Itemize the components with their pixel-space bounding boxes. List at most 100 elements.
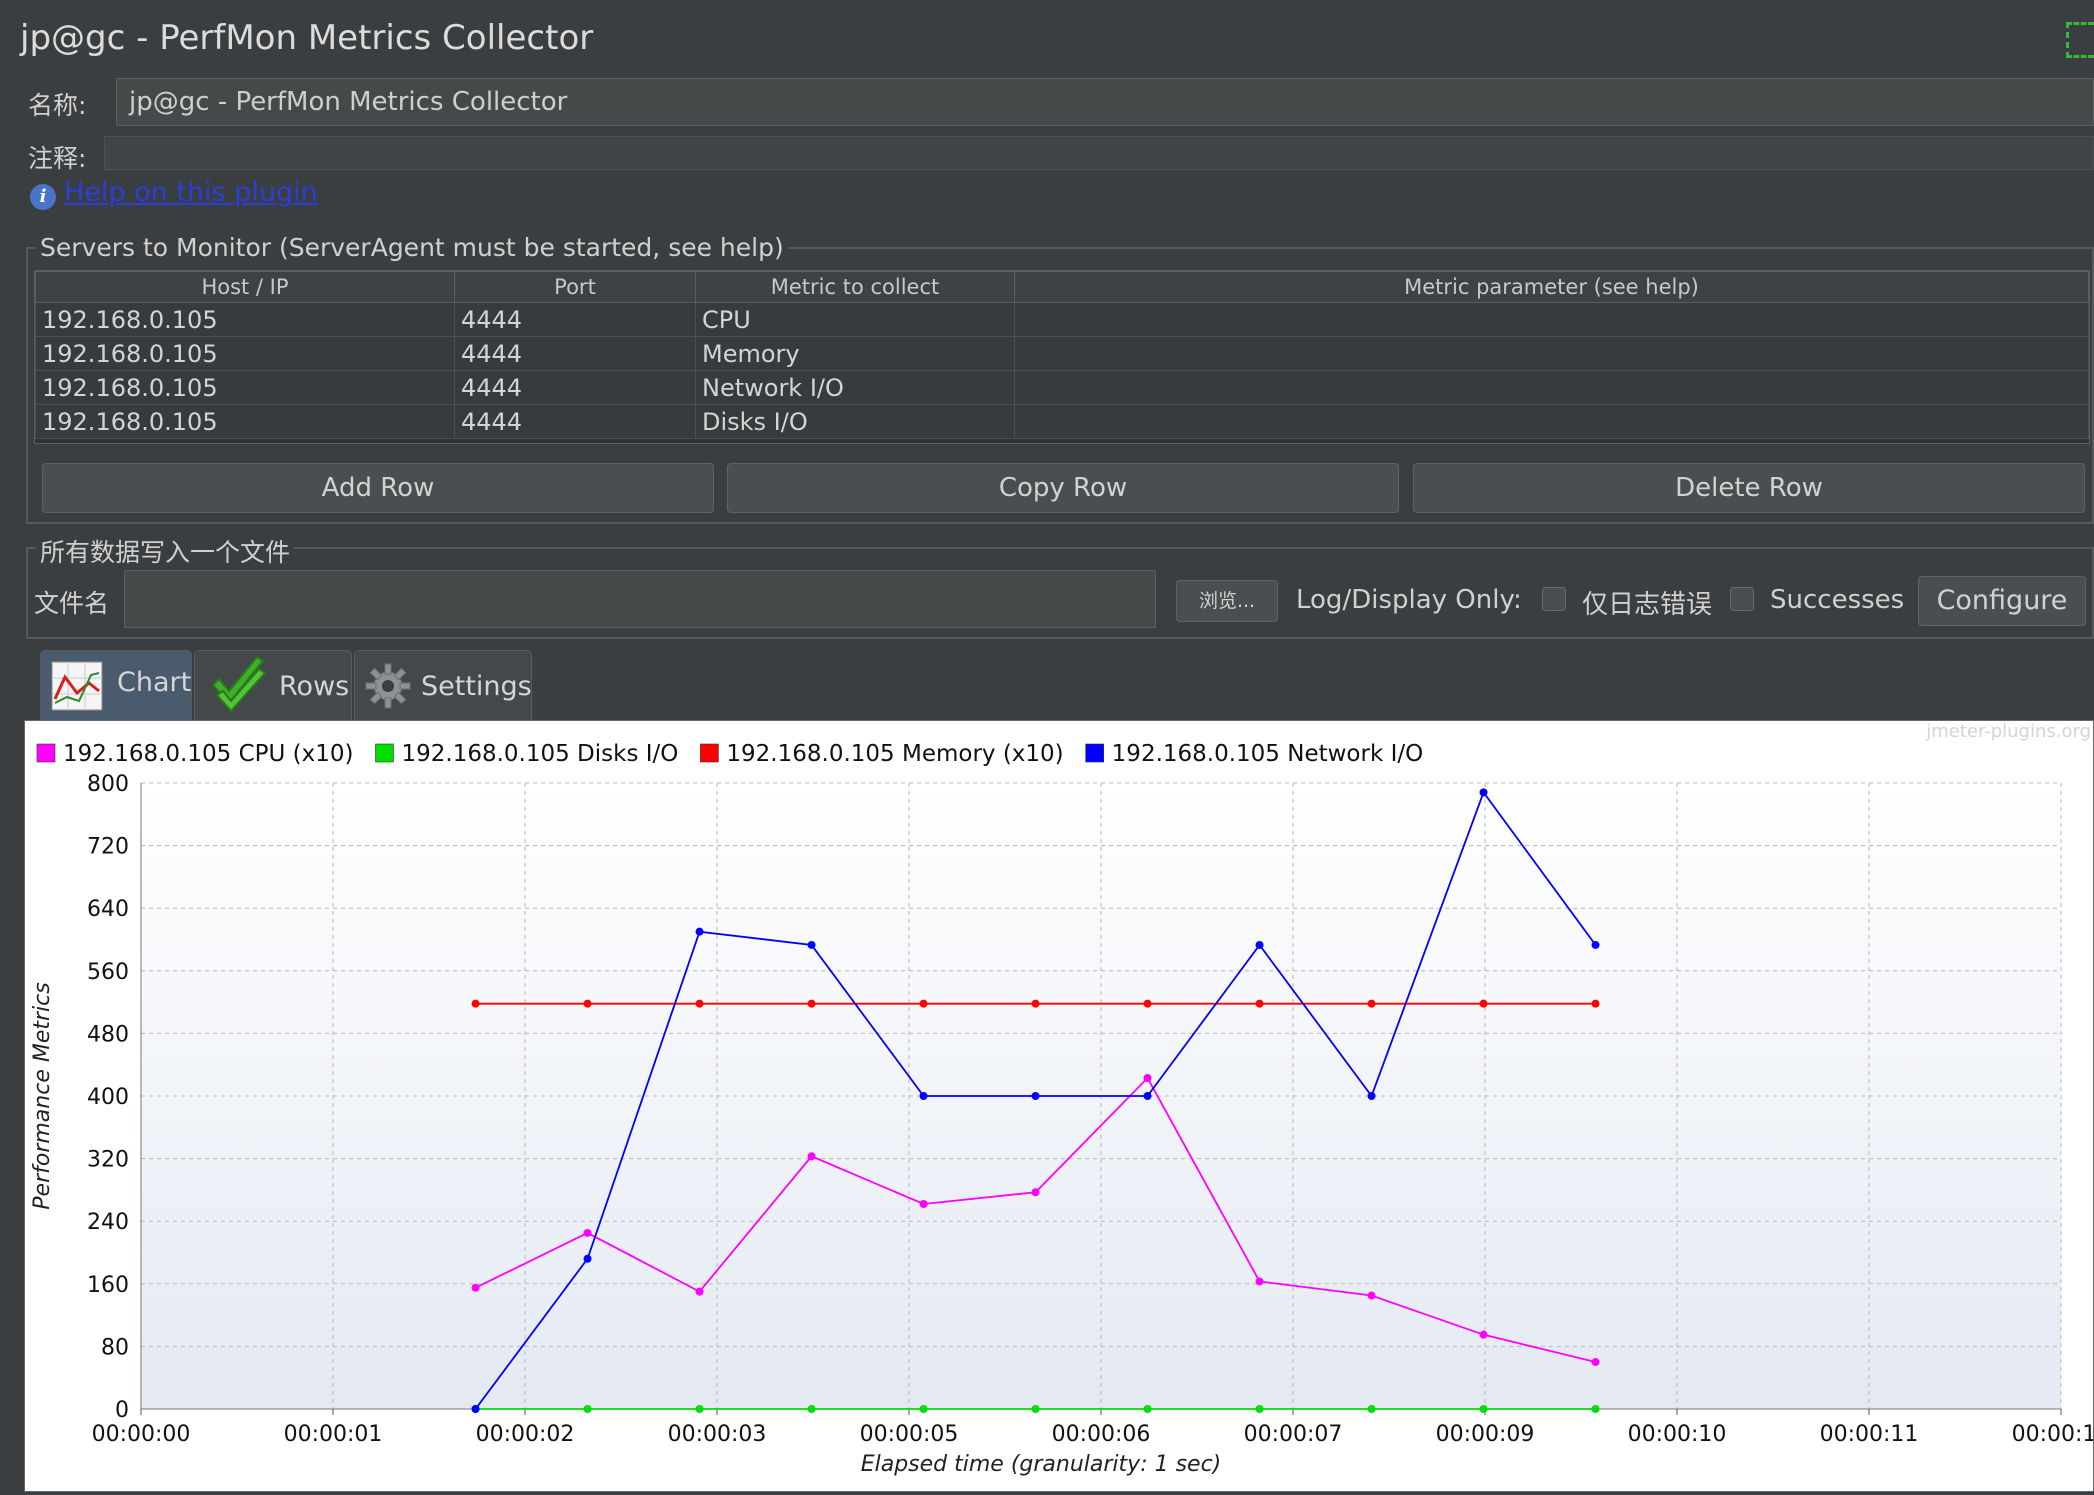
data-point: [1143, 1092, 1152, 1100]
name-field[interactable]: jp@gc - PerfMon Metrics Collector: [116, 78, 2094, 126]
table-row[interactable]: 192.168.0.105 4444 Disks I/O: [35, 404, 2089, 439]
cell-parameter[interactable]: [1014, 336, 2089, 371]
data-point: [471, 999, 480, 1008]
cell-host[interactable]: 192.168.0.105: [35, 302, 455, 337]
browse-button[interactable]: 浏览...: [1176, 580, 1278, 622]
tab-rows[interactable]: Rows: [194, 650, 352, 720]
tab-chart[interactable]: Chart: [40, 650, 192, 720]
data-point: [1367, 1291, 1376, 1300]
y-tick-label: 320: [87, 1148, 129, 1173]
data-point: [1031, 1188, 1040, 1197]
data-point: [695, 927, 704, 936]
cell-host[interactable]: 192.168.0.105: [35, 370, 455, 405]
data-point: [1255, 1277, 1264, 1286]
data-point: [1143, 1074, 1152, 1083]
help-link[interactable]: Help on this plugin: [64, 177, 318, 208]
x-tick-label: 00:00:11: [1820, 1422, 1919, 1447]
data-point: [1479, 1405, 1488, 1413]
watermark: jmeter-plugins.org: [1925, 721, 2091, 742]
cell-parameter[interactable]: [1014, 302, 2089, 337]
configure-button[interactable]: Configure: [1918, 576, 2086, 626]
cell-metric[interactable]: Memory: [695, 336, 1015, 371]
filename-label: 文件名: [34, 589, 110, 618]
x-tick-label: 00:00:02: [476, 1422, 575, 1447]
chart-panel: jmeter-plugins.org 192.168.0.105 CPU (x1…: [24, 720, 2094, 1492]
y-axis-label: Performance Metrics: [30, 982, 55, 1209]
delete-row-button[interactable]: Delete Row: [1413, 463, 2085, 513]
cell-port[interactable]: 4444: [454, 404, 696, 439]
successes-checkbox[interactable]: [1730, 587, 1754, 611]
cell-host[interactable]: 192.168.0.105: [35, 404, 455, 439]
add-row-button[interactable]: Add Row: [42, 463, 714, 513]
table-row[interactable]: 192.168.0.105 4444 Memory: [35, 336, 2089, 371]
data-point: [1591, 1405, 1600, 1413]
col-parameter[interactable]: Metric parameter (see help): [1014, 271, 2089, 303]
tab-settings[interactable]: Settings: [354, 650, 532, 720]
successes-label: Successes: [1770, 585, 1905, 615]
cell-host[interactable]: 192.168.0.105: [35, 336, 455, 371]
data-point: [695, 1405, 704, 1413]
y-tick-label: 240: [87, 1210, 129, 1235]
x-axis-label: Elapsed time (granularity: 1 sec): [861, 1452, 1222, 1477]
data-point: [1479, 1330, 1488, 1339]
table-row[interactable]: 192.168.0.105 4444 CPU: [35, 302, 2089, 337]
comment-label: 注释:: [28, 144, 87, 173]
checkmark-icon: [211, 655, 267, 713]
col-port[interactable]: Port: [454, 271, 696, 303]
x-tick-label: 00:00:03: [668, 1422, 767, 1447]
cell-metric[interactable]: Network I/O: [695, 370, 1015, 405]
data-point: [1031, 1405, 1040, 1413]
copy-row-button[interactable]: Copy Row: [727, 463, 1399, 513]
data-point: [583, 1228, 592, 1237]
comment-field[interactable]: [104, 136, 2094, 170]
legend-swatch: [375, 743, 394, 763]
data-point: [1479, 788, 1488, 797]
y-tick-label: 800: [87, 772, 129, 797]
x-tick-label: 00:00:10: [1628, 1422, 1727, 1447]
cell-port[interactable]: 4444: [454, 336, 696, 371]
data-point: [583, 1254, 592, 1263]
cell-port[interactable]: 4444: [454, 302, 696, 337]
y-tick-label: 80: [101, 1335, 129, 1360]
errors-only-label: 仅日志错误: [1582, 590, 1713, 620]
data-point: [471, 1283, 480, 1292]
tab-rows-label: Rows: [279, 671, 350, 702]
name-label: 名称:: [28, 91, 87, 120]
data-point: [807, 940, 816, 949]
chart-legend: 192.168.0.105 CPU (x10) 192.168.0.105 Dis…: [36, 741, 1423, 767]
y-tick-label: 640: [87, 897, 129, 922]
data-point: [695, 999, 704, 1008]
col-host[interactable]: Host / IP: [35, 271, 455, 303]
data-point: [807, 999, 816, 1008]
cell-parameter[interactable]: [1014, 404, 2089, 439]
servers-legend: Servers to Monitor (ServerAgent must be …: [36, 233, 788, 262]
y-tick-label: 0: [115, 1398, 129, 1423]
maximize-icon[interactable]: [2066, 22, 2094, 58]
y-tick-label: 560: [87, 960, 129, 985]
cell-metric[interactable]: CPU: [695, 302, 1015, 337]
gear-icon: [365, 663, 411, 709]
data-point: [583, 1405, 592, 1413]
window-title: jp@gc - PerfMon Metrics Collector: [20, 18, 594, 58]
y-tick-label: 400: [87, 1085, 129, 1110]
errors-only-checkbox[interactable]: [1542, 587, 1566, 611]
data-point: [471, 1405, 480, 1413]
y-tick-label: 160: [87, 1273, 129, 1298]
cell-metric[interactable]: Disks I/O: [695, 404, 1015, 439]
data-point: [1143, 1405, 1152, 1413]
y-tick-label: 480: [87, 1022, 129, 1047]
data-point: [1255, 999, 1264, 1008]
x-tick-label: 00:00:07: [1244, 1422, 1343, 1447]
data-point: [695, 1287, 704, 1296]
performance-chart: jmeter-plugins.org 192.168.0.105 CPU (x1…: [30, 721, 2094, 1477]
data-point: [1479, 999, 1488, 1008]
log-display-label: Log/Display Only:: [1296, 585, 1522, 615]
x-tick-label: 00:00:13: [2012, 1422, 2093, 1447]
cell-parameter[interactable]: [1014, 370, 2089, 405]
x-tick-label: 00:00:06: [1052, 1422, 1151, 1447]
filename-input[interactable]: [124, 570, 1156, 628]
table-row[interactable]: 192.168.0.105 4444 Network I/O: [35, 370, 2089, 405]
x-tick-label: 00:00:01: [284, 1422, 383, 1447]
cell-port[interactable]: 4444: [454, 370, 696, 405]
col-metric[interactable]: Metric to collect: [695, 271, 1015, 303]
